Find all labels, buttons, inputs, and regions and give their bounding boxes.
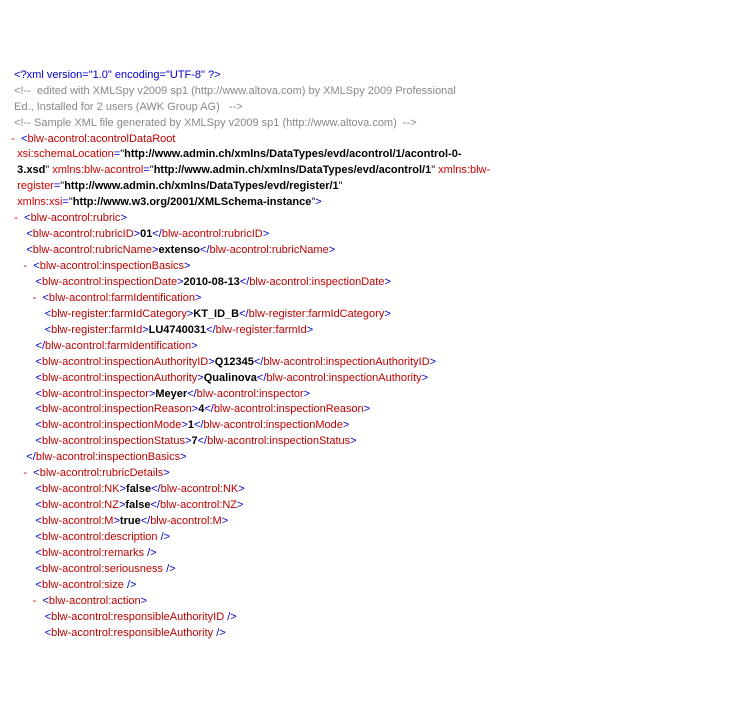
inspectionAuthorityID: <blw-acontrol:inspectionAuthorityID>Q123… xyxy=(8,355,732,371)
description: <blw-acontrol:description /> xyxy=(8,530,732,546)
rubricName: <blw-acontrol:rubricName>extenso</blw-ac… xyxy=(8,243,732,259)
inspector: <blw-acontrol:inspector>Meyer</blw-acont… xyxy=(8,387,732,403)
xml-comment: <!-- edited with XMLSpy v2009 sp1 (http:… xyxy=(8,84,732,116)
inspectionReason: <blw-acontrol:inspectionReason>4</blw-ac… xyxy=(8,402,732,418)
collapse-toggle[interactable]: - xyxy=(20,259,30,275)
rubricDetails-open[interactable]: - <blw-acontrol:rubricDetails> xyxy=(8,466,732,482)
xml-declaration: <?xml version="1.0" encoding="UTF-8" ?> xyxy=(8,68,732,84)
rubric-open[interactable]: - <blw-acontrol:rubric> xyxy=(8,211,732,227)
collapse-toggle[interactable]: - xyxy=(29,291,39,307)
inspectionAuthority: <blw-acontrol:inspectionAuthority>Qualin… xyxy=(8,371,732,387)
size: <blw-acontrol:size /> xyxy=(8,578,732,594)
inspectionBasics-close: </blw-acontrol:inspectionBasics> xyxy=(8,450,732,466)
collapse-toggle[interactable]: - xyxy=(11,211,21,227)
seriousness: <blw-acontrol:seriousness /> xyxy=(8,562,732,578)
inspectionDate: <blw-acontrol:inspectionDate>2010-08-13<… xyxy=(8,275,732,291)
root-attrs: xsi:schemaLocation="http://www.admin.ch/… xyxy=(8,147,732,211)
root-open[interactable]: - <blw-acontrol:acontrolDataRoot xyxy=(8,132,732,148)
NK: <blw-acontrol:NK>false</blw-acontrol:NK> xyxy=(8,482,732,498)
rubricID: <blw-acontrol:rubricID>01</blw-acontrol:… xyxy=(8,227,732,243)
farmIdentification-open[interactable]: - <blw-acontrol:farmIdentification> xyxy=(8,291,732,307)
farmId: <blw-register:farmId>LU4740031</blw-regi… xyxy=(8,323,732,339)
collapse-toggle[interactable]: - xyxy=(29,594,39,610)
inspectionStatus: <blw-acontrol:inspectionStatus>7</blw-ac… xyxy=(8,434,732,450)
M: <blw-acontrol:M>true</blw-acontrol:M> xyxy=(8,514,732,530)
inspectionBasics-open[interactable]: - <blw-acontrol:inspectionBasics> xyxy=(8,259,732,275)
collapse-toggle[interactable]: - xyxy=(8,132,18,148)
farmIdentification-close: </blw-acontrol:farmIdentification> xyxy=(8,339,732,355)
responsibleAuthority: <blw-acontrol:responsibleAuthority /> xyxy=(8,626,732,642)
remarks: <blw-acontrol:remarks /> xyxy=(8,546,732,562)
action-open[interactable]: - <blw-acontrol:action> xyxy=(8,594,732,610)
xml-source-view: <?xml version="1.0" encoding="UTF-8" ?> … xyxy=(8,68,732,642)
collapse-toggle[interactable]: - xyxy=(20,466,30,482)
farmIdCategory: <blw-register:farmIdCategory>KT_ID_B</bl… xyxy=(8,307,732,323)
responsibleAuthorityID: <blw-acontrol:responsibleAuthorityID /> xyxy=(8,610,732,626)
xml-comment: <!-- Sample XML file generated by XMLSpy… xyxy=(8,116,732,132)
inspectionMode: <blw-acontrol:inspectionMode>1</blw-acon… xyxy=(8,418,732,434)
NZ: <blw-acontrol:NZ>false</blw-acontrol:NZ> xyxy=(8,498,732,514)
